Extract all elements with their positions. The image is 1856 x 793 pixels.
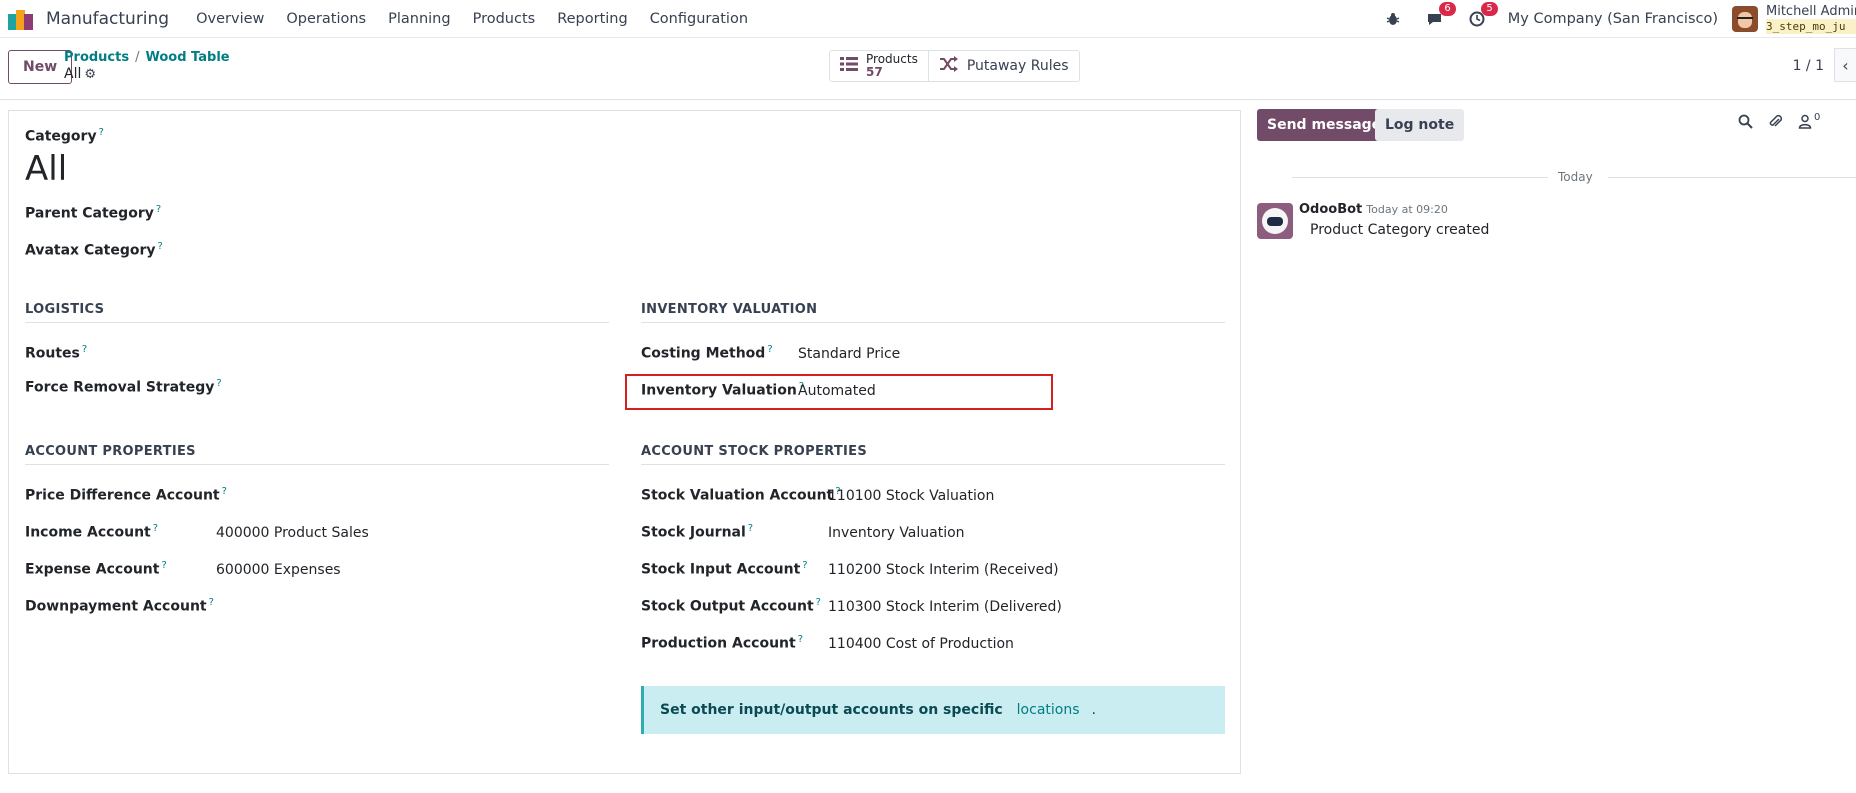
products-smart-button[interactable]: Products 57: [830, 51, 928, 81]
bug-icon[interactable]: [1382, 8, 1404, 30]
putaway-rules-label: Putaway Rules: [966, 58, 1069, 74]
navbar-systray: 6 5 My Company (San Francisco) Mitchell …: [1382, 0, 1856, 38]
list-icon: [840, 56, 858, 77]
menu-planning[interactable]: Planning: [377, 11, 461, 27]
breadcrumb-products[interactable]: Products: [64, 50, 129, 65]
stock-input-account-field[interactable]: 110200 Stock Interim (Received): [828, 562, 1059, 578]
costing-method-field[interactable]: Standard Price: [798, 346, 900, 362]
stock-journal-label: Stock Journal?: [641, 523, 754, 541]
followers-count: 0: [1814, 112, 1821, 123]
breadcrumb-separator: /: [135, 50, 140, 65]
menu-overview[interactable]: Overview: [185, 11, 275, 27]
send-message-button[interactable]: Send message: [1257, 109, 1392, 141]
breadcrumb-wood-table[interactable]: Wood Table: [145, 50, 229, 65]
main-menu: Overview Operations Planning Products Re…: [185, 11, 759, 27]
message-author: OdooBot Today at 09:20: [1299, 202, 1448, 217]
followers-icon[interactable]: [1798, 114, 1812, 133]
log-note-button[interactable]: Log note: [1375, 109, 1465, 141]
form-sheet: Category? All Parent Category? Avatax Ca…: [8, 110, 1241, 774]
search-icon[interactable]: [1738, 114, 1753, 133]
stock-valuation-account-field[interactable]: 110100 Stock Valuation: [828, 488, 994, 504]
menu-configuration[interactable]: Configuration: [639, 11, 759, 27]
new-button[interactable]: New: [8, 50, 73, 84]
parent-category-label: Parent Category?: [25, 204, 162, 222]
alert-period: .: [1091, 702, 1096, 718]
inventory-valuation-field[interactable]: Automated: [798, 383, 876, 399]
menu-operations[interactable]: Operations: [275, 11, 377, 27]
messages-icon[interactable]: 6: [1424, 2, 1456, 30]
putaway-rules-smart-button[interactable]: Putaway Rules: [927, 51, 1079, 81]
message-time: Today at 09:20: [1366, 203, 1448, 216]
current-record-name: All: [64, 66, 82, 82]
costing-method-label: Costing Method?: [641, 344, 773, 362]
app-name[interactable]: Manufacturing: [46, 9, 169, 29]
shuffle-icon: [939, 55, 959, 77]
user-menu[interactable]: Mitchell Admin 3_step_mo_ju: [1766, 4, 1856, 34]
income-account-field[interactable]: 400000 Product Sales: [216, 525, 369, 541]
stock-output-account-label: Stock Output Account?: [641, 597, 821, 615]
category-name-field[interactable]: All: [25, 149, 67, 189]
info-alert: Set other input/output accounts on speci…: [641, 686, 1225, 734]
routes-label: Routes?: [25, 344, 88, 362]
category-label: Category?: [25, 127, 104, 145]
manufacturing-app-icon[interactable]: [8, 8, 34, 30]
price-difference-account-label: Price Difference Account?: [25, 486, 227, 504]
income-account-label: Income Account?: [25, 523, 159, 541]
database-name: 3_step_mo_ju: [1766, 19, 1856, 34]
messages-badge: 6: [1439, 2, 1456, 16]
odoobot-avatar[interactable]: [1257, 203, 1293, 239]
expense-account-field[interactable]: 600000 Expenses: [216, 562, 341, 578]
activities-badge: 5: [1481, 2, 1498, 16]
production-account-label: Production Account?: [641, 634, 804, 652]
top-navbar: Manufacturing Overview Operations Planni…: [0, 0, 1856, 38]
menu-reporting[interactable]: Reporting: [546, 11, 639, 27]
avatax-category-label: Avatax Category?: [25, 241, 163, 259]
pager-value[interactable]: 1 / 1: [1793, 58, 1824, 74]
pager-previous-icon[interactable]: ‹: [1834, 48, 1856, 82]
company-switcher[interactable]: My Company (San Francisco): [1508, 11, 1718, 27]
locations-link[interactable]: locations: [1017, 702, 1080, 718]
menu-products[interactable]: Products: [462, 11, 547, 27]
activities-clock-icon[interactable]: 5: [1466, 2, 1498, 30]
stock-journal-field[interactable]: Inventory Valuation: [828, 525, 965, 541]
user-avatar[interactable]: [1732, 6, 1758, 32]
user-name: Mitchell Admin: [1766, 4, 1856, 19]
gear-icon[interactable]: ⚙: [84, 67, 96, 82]
smart-buttons: Products 57 Putaway Rules: [829, 50, 1080, 82]
inventory-valuation-section-title: INVENTORY VALUATION: [641, 302, 1225, 323]
message-body: Product Category created: [1310, 222, 1490, 238]
downpayment-account-label: Downpayment Account?: [25, 597, 214, 615]
breadcrumb: Products / Wood Table: [64, 50, 230, 66]
products-smart-count: 57: [866, 65, 883, 79]
alert-text: Set other input/output accounts on speci…: [660, 702, 1003, 718]
control-panel: New Products / Wood Table All ⚙ Products 5…: [0, 38, 1856, 100]
logistics-section-title: LOGISTICS: [25, 302, 609, 323]
chatter-panel: Send message Log note 0 Today OdooBot Tod…: [1256, 100, 1856, 793]
stock-valuation-account-label: Stock Valuation Account?: [641, 486, 841, 504]
inventory-valuation-label: Inventory Valuation?: [641, 381, 805, 399]
paperclip-icon[interactable]: [1768, 114, 1783, 134]
account-stock-properties-section-title: ACCOUNT STOCK PROPERTIES: [641, 444, 1225, 465]
expense-account-label: Expense Account?: [25, 560, 167, 578]
breadcrumb-current: All ⚙: [64, 66, 96, 82]
account-properties-section-title: ACCOUNT PROPERTIES: [25, 444, 609, 465]
production-account-field[interactable]: 110400 Cost of Production: [828, 636, 1014, 652]
stock-input-account-label: Stock Input Account?: [641, 560, 808, 578]
stock-output-account-field[interactable]: 110300 Stock Interim (Delivered): [828, 599, 1062, 615]
date-separator: Today: [1256, 168, 1856, 188]
force-removal-strategy-label: Force Removal Strategy?: [25, 378, 222, 396]
today-label: Today: [1558, 170, 1593, 184]
